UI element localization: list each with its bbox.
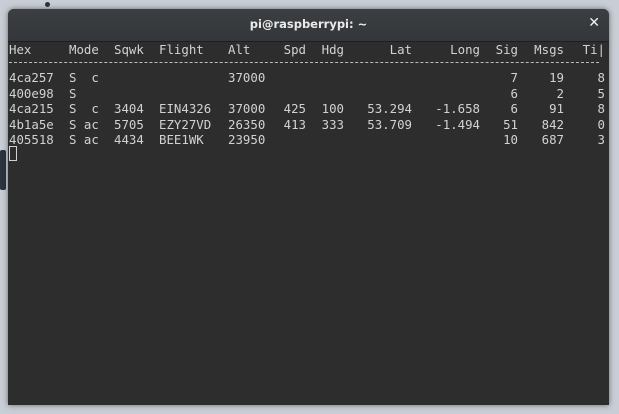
column-header-spd: Spd	[283, 42, 306, 57]
column-header-hdg: Hdg	[321, 42, 344, 57]
column-header-msgs: Msgs	[534, 42, 564, 57]
column-header-lat: Lat	[389, 42, 412, 57]
title-bar[interactable]: pi@raspberrypi: ~ ✕	[8, 9, 609, 42]
cell-sig: 6	[510, 85, 518, 101]
close-icon[interactable]: ✕	[588, 15, 600, 31]
cell-msgs: 842	[541, 116, 564, 132]
cell-lat: 53.294	[367, 101, 412, 116]
cell-sqwk: 3404	[114, 101, 144, 116]
cell-sig: 51	[503, 116, 518, 132]
header-divider	[9, 62, 599, 63]
cell-hdg: 100	[321, 101, 344, 116]
cell-mode: S ac	[69, 132, 99, 147]
cell-spd: 425	[283, 101, 306, 116]
cell-long: -1.658	[435, 101, 480, 116]
cell-mode: S c	[69, 70, 99, 85]
column-header-long: Long	[450, 42, 480, 57]
cell-sig: 6	[510, 101, 518, 116]
window-title: pi@raspberrypi: ~	[249, 17, 368, 31]
terminal-output[interactable]: Hex Mode Sqwk Flight Alt Spd Hdg Lat Long Sig Msgs…	[8, 42, 609, 405]
cell-mode: S c	[69, 101, 99, 116]
cell-flight: EZY27VD	[159, 116, 212, 132]
cell-sqwk: 4434	[114, 132, 144, 147]
cell-long: -1.494	[435, 116, 480, 132]
cell-flight: BEE1WK	[159, 132, 204, 147]
cell-ti: 8	[597, 70, 605, 85]
cell-sig: 10	[503, 132, 518, 147]
cell-lat: 53.709	[367, 116, 412, 132]
cell-spd: 413	[283, 116, 306, 132]
column-header-flight: Flight	[159, 42, 204, 57]
cell-hdg: 333	[321, 116, 344, 132]
cell-hex: 400e98	[9, 85, 54, 101]
cell-flight: EIN4326	[159, 101, 212, 116]
desktop-wallpaper-mark	[0, 150, 6, 190]
cell-ti: 5	[597, 85, 605, 101]
text-cursor	[9, 146, 17, 161]
cell-msgs: 2	[556, 85, 564, 101]
cell-msgs: 19	[549, 70, 564, 85]
cell-ti: 0	[597, 116, 605, 132]
cell-hex: 4ca257	[9, 70, 54, 85]
cell-msgs: 687	[541, 132, 564, 147]
column-header-sig: Sig	[495, 42, 518, 57]
cell-mode: S ac	[69, 116, 99, 132]
cell-hex: 405518	[9, 132, 54, 147]
cell-ti: 8	[597, 101, 605, 116]
terminal-window: pi@raspberrypi: ~ ✕ Hex Mode Sqwk Flight Alt…	[8, 9, 609, 405]
desktop-wallpaper-mark	[45, 2, 50, 7]
cell-alt: 23950	[228, 132, 266, 147]
cell-sqwk: 5705	[114, 116, 144, 132]
column-header-ti: Ti|	[582, 42, 605, 57]
cell-mode: S	[69, 85, 77, 101]
column-header-hex: Hex	[9, 42, 32, 57]
cell-hex: 4ca215	[9, 101, 54, 116]
cell-msgs: 91	[549, 101, 564, 116]
column-header-sqwk: Sqwk	[114, 42, 144, 57]
column-header-mode: Mode	[69, 42, 99, 57]
cell-sig: 7	[510, 70, 518, 85]
cell-hex: 4b1a5e	[9, 116, 54, 132]
cell-alt: 37000	[228, 70, 266, 85]
cell-ti: 3	[597, 132, 605, 147]
